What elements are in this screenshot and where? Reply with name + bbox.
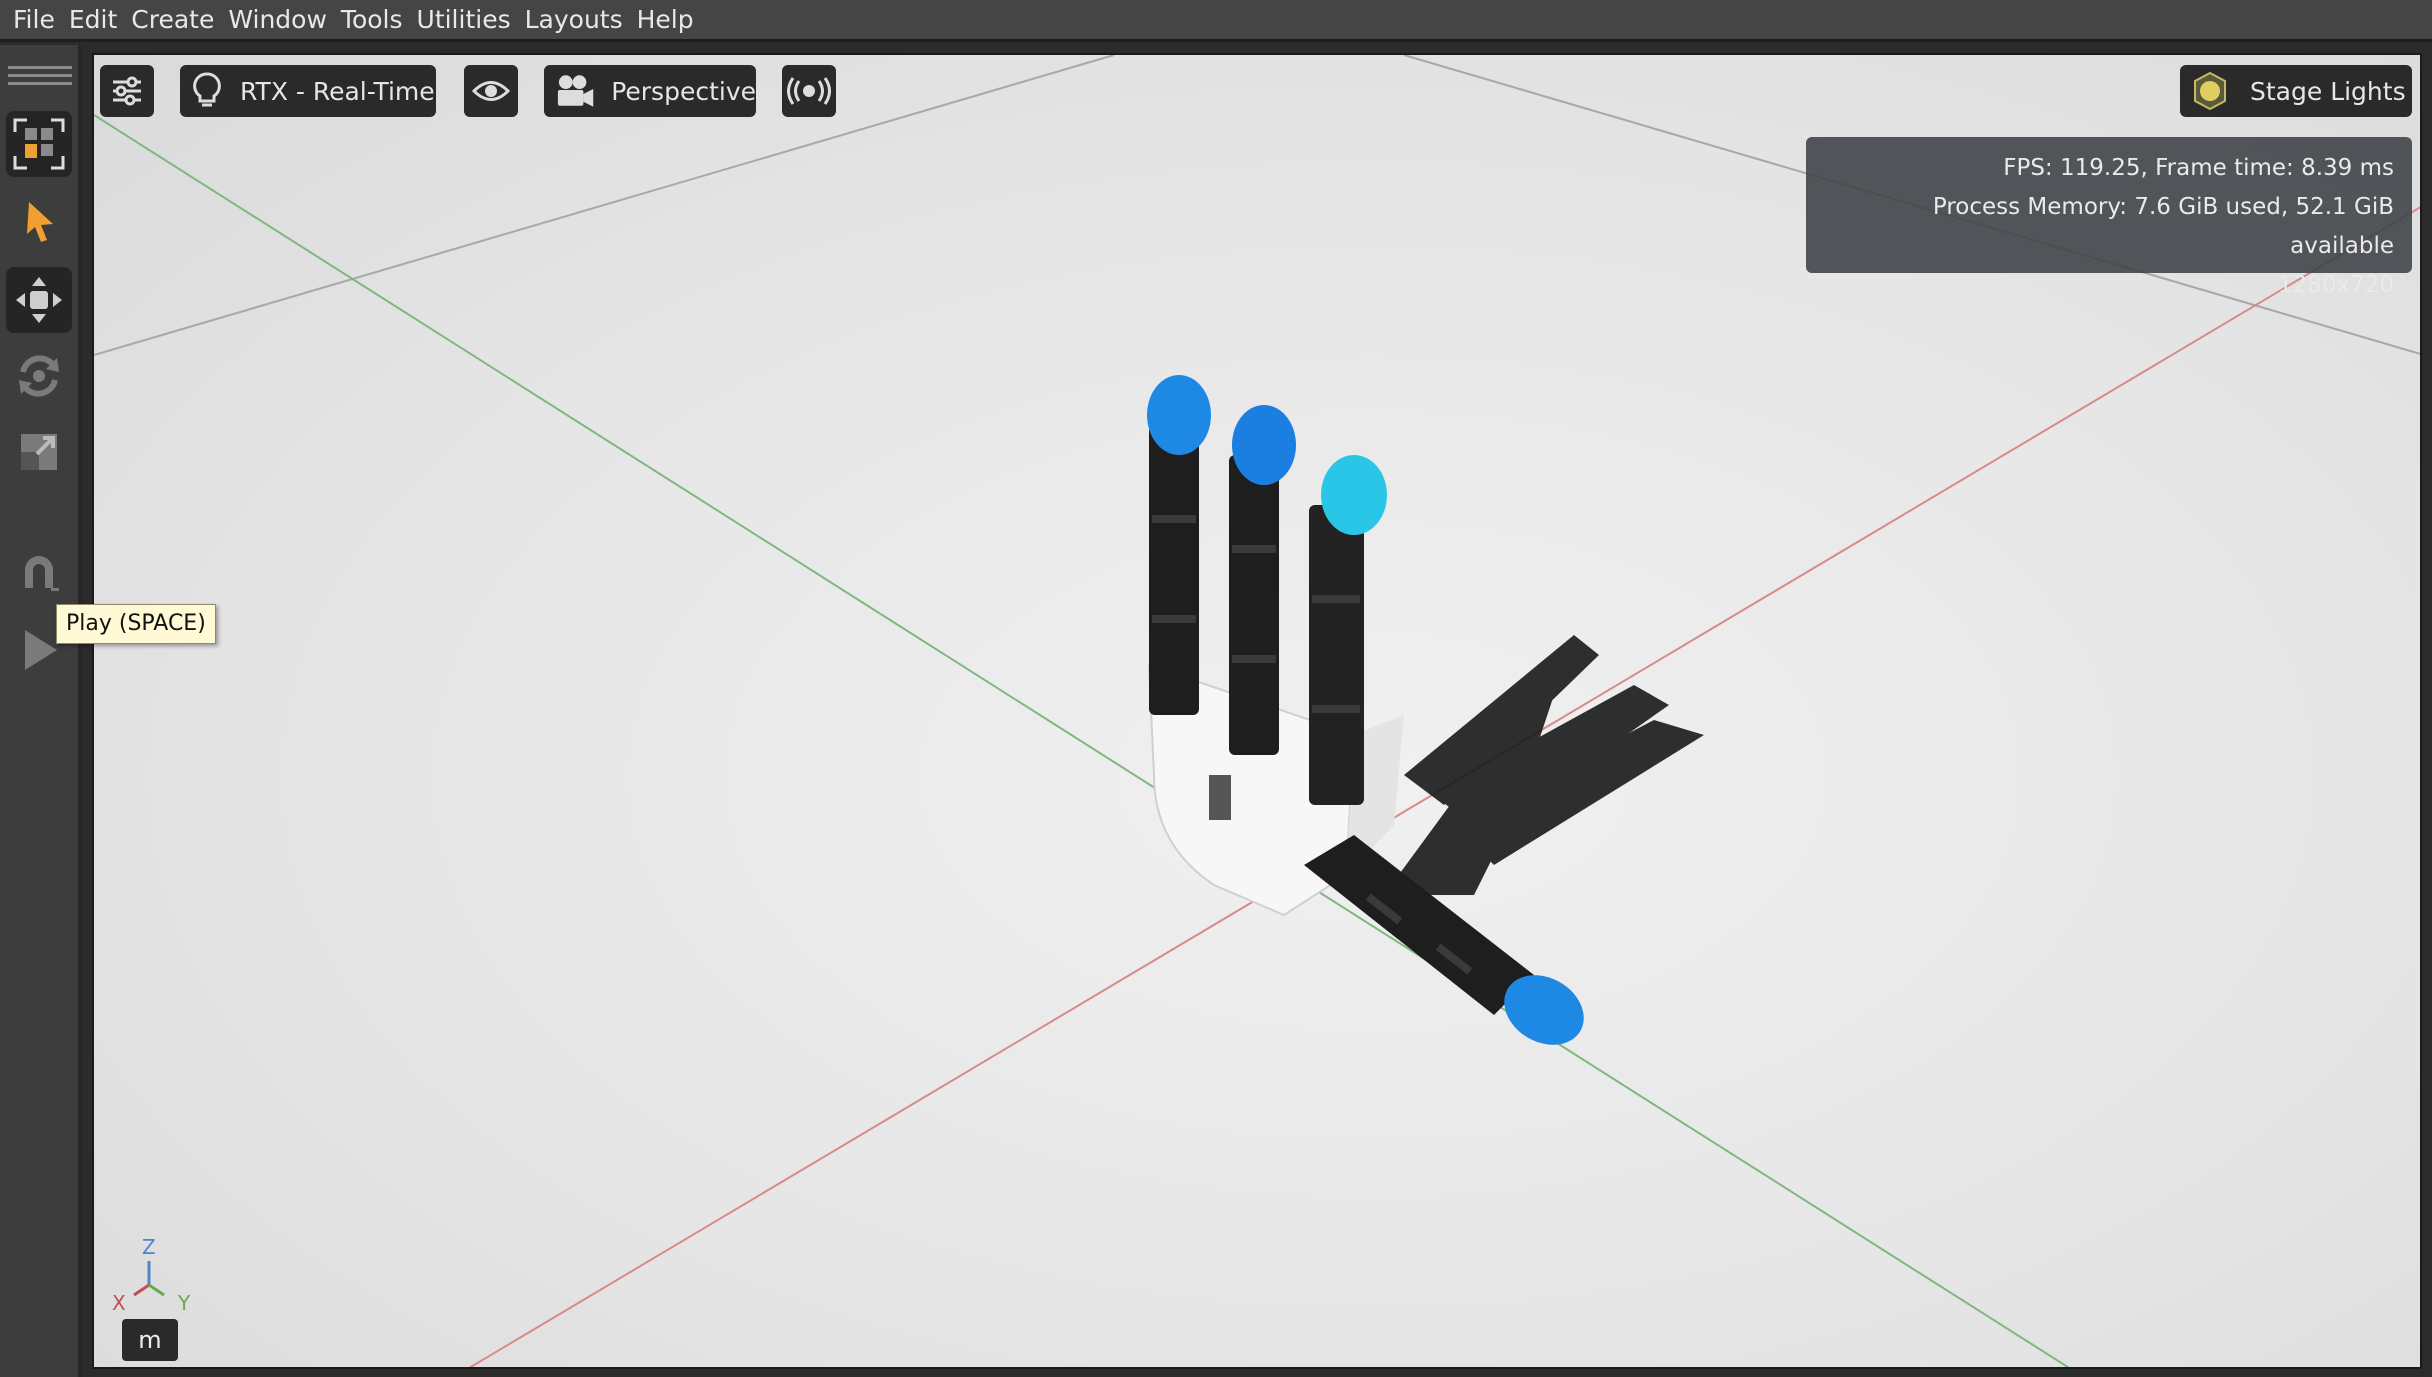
stage-lights-label: Stage Lights	[2250, 76, 2406, 106]
memory-readout: Process Memory: 7.6 GiB used, 52.1 GiB a…	[1932, 194, 2394, 259]
snap-button[interactable]	[6, 539, 72, 605]
frame-selection-icon	[13, 118, 65, 170]
menu-edit[interactable]: Edit	[62, 0, 124, 41]
menu-window[interactable]: Window	[221, 0, 334, 41]
frame-selection-button[interactable]	[6, 111, 72, 177]
live-sync-button[interactable]	[782, 65, 836, 117]
renderer-button[interactable]: RTX - Real-Time	[180, 65, 436, 117]
axis-y-label: Y	[178, 1291, 191, 1315]
hand-shadow	[1384, 635, 1704, 895]
move-tool-button[interactable]	[6, 267, 72, 333]
menu-help[interactable]: Help	[630, 0, 701, 41]
scale-tool-button[interactable]	[6, 419, 72, 485]
axis-x-label: X	[112, 1291, 126, 1315]
rotate-icon	[19, 355, 59, 397]
sun-light-icon	[2194, 71, 2226, 111]
unit-badge[interactable]: m	[122, 1319, 178, 1361]
scale-icon	[21, 434, 57, 470]
menu-tools[interactable]: Tools	[334, 0, 410, 41]
toolbar-grip[interactable]	[8, 74, 72, 77]
camera-label: Perspective	[611, 76, 756, 106]
move-icon	[16, 277, 62, 323]
stage-lights-button[interactable]: Stage Lights	[2180, 65, 2412, 117]
fingertip	[1232, 405, 1296, 485]
broadcast-icon	[787, 77, 831, 105]
rotate-tool-button[interactable]	[6, 343, 72, 409]
settings-sliders-icon	[113, 76, 141, 106]
menu-create[interactable]: Create	[124, 0, 221, 41]
renderer-label: RTX - Real-Time	[240, 76, 435, 106]
lightbulb-icon	[193, 72, 221, 107]
resolution-readout: 1280x720	[2277, 272, 2394, 298]
camera-icon	[557, 75, 594, 107]
camera-button[interactable]: Perspective	[544, 65, 756, 117]
viewport[interactable]: RTX - Real-Time Perspective Stage Lights…	[92, 53, 2422, 1369]
play-tooltip: Play (SPACE)	[56, 604, 216, 644]
y-axis-line	[94, 114, 2070, 1367]
play-icon	[25, 630, 57, 670]
fps-readout: FPS: 119.25, Frame time: 8.39 ms	[2003, 155, 2394, 181]
snap-magnet-icon	[25, 556, 59, 591]
stats-overlay: FPS: 119.25, Frame time: 8.39 ms Process…	[1806, 137, 2412, 298]
toolbar-grip[interactable]	[8, 82, 72, 85]
menu-file[interactable]: File	[6, 0, 62, 41]
axis-z-label: Z	[142, 1235, 156, 1259]
palm-slot	[1209, 775, 1231, 820]
left-toolbar	[0, 45, 82, 1377]
menu-utilities[interactable]: Utilities	[410, 0, 518, 41]
select-tool-button[interactable]	[6, 189, 72, 255]
menu-layouts[interactable]: Layouts	[518, 0, 630, 41]
fingertip	[1321, 455, 1387, 535]
visibility-button[interactable]	[464, 65, 518, 117]
eye-icon	[472, 81, 510, 101]
viewport-settings-button[interactable]	[100, 65, 154, 117]
finger-index	[1147, 375, 1211, 715]
finger-middle	[1229, 405, 1296, 755]
toolbar-grip[interactable]	[8, 66, 72, 69]
menu-bar: File Edit Create Window Tools Utilities …	[0, 0, 2432, 42]
fingertip	[1147, 375, 1211, 455]
select-arrow-icon	[27, 202, 53, 242]
